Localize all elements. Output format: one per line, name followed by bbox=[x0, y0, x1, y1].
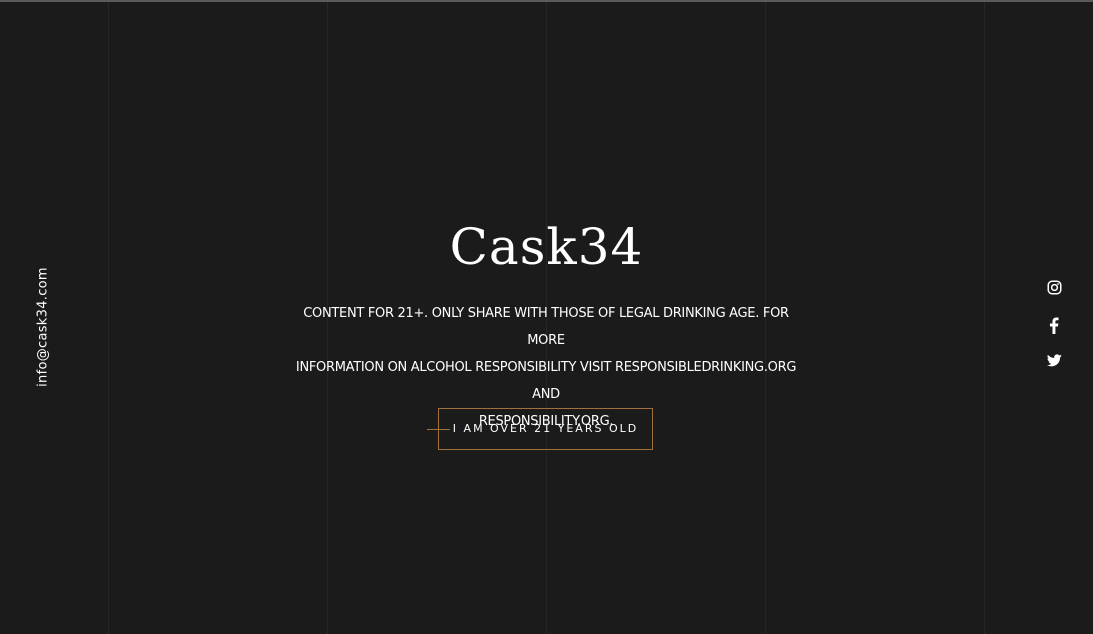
twitter-link[interactable] bbox=[1042, 354, 1066, 376]
age-notice-line: CONTENT FOR 21+. ONLY SHARE WITH THOSE O… bbox=[303, 306, 789, 348]
button-accent-line bbox=[427, 429, 450, 430]
facebook-link[interactable] bbox=[1042, 317, 1066, 339]
age-notice-line: INFORMATION ON ALCOHOL RESPONSIBILITY VI… bbox=[295, 360, 797, 402]
instagram-link[interactable] bbox=[1042, 280, 1066, 302]
social-links bbox=[1042, 280, 1066, 391]
contact-email-link[interactable]: info@cask34.com bbox=[36, 267, 51, 387]
brand-logo: Cask34 bbox=[449, 218, 644, 276]
background-grid-line bbox=[108, 2, 109, 634]
twitter-icon bbox=[1046, 354, 1062, 367]
background-grid-line bbox=[984, 2, 985, 634]
confirm-age-button[interactable]: I AM OVER 21 YEARS OLD bbox=[438, 408, 653, 450]
facebook-icon bbox=[1049, 317, 1059, 334]
instagram-icon bbox=[1047, 280, 1061, 295]
